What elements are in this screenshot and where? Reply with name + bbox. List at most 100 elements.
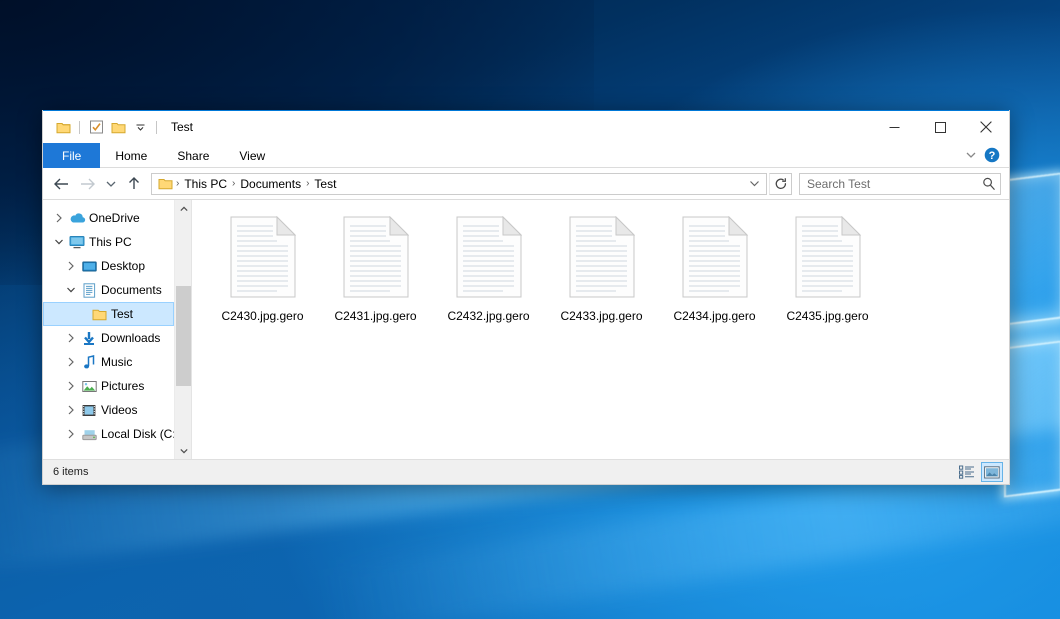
documents-icon — [79, 283, 99, 298]
address-dropdown-icon[interactable] — [744, 180, 764, 187]
generic-document-icon — [343, 216, 409, 303]
sidebar-item-pictures[interactable]: Pictures — [43, 374, 191, 398]
windows-logo-wallpaper — [1008, 130, 1060, 570]
sidebar-item-music[interactable]: Music — [43, 350, 191, 374]
tab-share[interactable]: Share — [162, 143, 224, 168]
tab-file[interactable]: File — [43, 143, 100, 168]
item-count-label: 6 items — [53, 466, 88, 478]
sidebar-item-documents[interactable]: Documents — [43, 278, 191, 302]
ribbon-right-controls: ? — [965, 143, 1009, 167]
chevron-down-icon[interactable] — [965, 151, 977, 159]
chevron-down-icon[interactable] — [63, 286, 79, 294]
chevron-down-icon[interactable] — [130, 117, 150, 137]
folder-icon[interactable] — [53, 117, 73, 137]
maximize-button[interactable] — [917, 111, 963, 144]
sidebar-label: Pictures — [99, 379, 144, 393]
tab-view[interactable]: View — [224, 143, 280, 168]
help-icon[interactable]: ? — [984, 147, 1000, 163]
sidebar-item-test[interactable]: Test — [43, 302, 174, 326]
back-button[interactable] — [49, 172, 73, 196]
sidebar-item-onedrive[interactable]: OneDrive — [43, 206, 191, 230]
file-name-label: C2430.jpg.gero — [221, 309, 303, 323]
search-icon[interactable] — [982, 177, 996, 191]
large-icons-view-button[interactable] — [981, 462, 1003, 482]
downloads-icon — [79, 331, 99, 346]
sidebar-item-videos[interactable]: Videos — [43, 398, 191, 422]
file-explorer-window: Test File Home Share View — [42, 110, 1010, 485]
search-box[interactable]: Search Test — [799, 173, 1001, 195]
generic-document-icon — [569, 216, 635, 303]
onedrive-cloud-icon — [67, 212, 87, 224]
local-disk-icon — [79, 428, 99, 441]
scroll-up-arrow-icon[interactable] — [175, 200, 191, 217]
close-button[interactable] — [963, 111, 1009, 144]
chevron-right-icon[interactable] — [63, 429, 79, 439]
view-toggle-group — [956, 462, 1003, 482]
new-folder-icon[interactable] — [108, 117, 128, 137]
file-name-label: C2435.jpg.gero — [786, 309, 868, 323]
breadcrumb-folder-icon — [156, 177, 175, 190]
breadcrumb-this-pc[interactable]: This PC — [180, 177, 231, 191]
sidebar-scrollbar[interactable] — [174, 200, 191, 459]
refresh-button[interactable] — [769, 173, 792, 195]
address-bar[interactable]: › This PC › Documents › Test — [151, 173, 767, 195]
status-bar: 6 items — [43, 459, 1009, 484]
desktop: Test File Home Share View — [0, 0, 1060, 619]
title-bar: Test — [43, 110, 1009, 143]
sidebar-label: Videos — [99, 403, 137, 417]
scrollbar-thumb[interactable] — [176, 286, 191, 386]
details-view-button[interactable] — [956, 462, 978, 482]
file-list-pane[interactable]: C2430.jpg.gero C2431.jpg.gero — [192, 200, 1009, 459]
breadcrumb-test[interactable]: Test — [310, 177, 340, 191]
sidebar-item-downloads[interactable]: Downloads — [43, 326, 191, 350]
chevron-down-icon[interactable] — [51, 238, 67, 246]
address-bar-right — [744, 180, 764, 187]
file-name-label: C2434.jpg.gero — [673, 309, 755, 323]
chevron-right-icon[interactable] — [51, 213, 67, 223]
file-name-label: C2431.jpg.gero — [334, 309, 416, 323]
sidebar-item-this-pc[interactable]: This PC — [43, 230, 191, 254]
file-name-label: C2432.jpg.gero — [447, 309, 529, 323]
chevron-right-icon[interactable] — [63, 261, 79, 271]
list-item[interactable]: C2431.jpg.gero — [319, 212, 432, 334]
music-icon — [79, 355, 99, 370]
this-pc-icon — [67, 235, 87, 249]
sidebar-item-desktop[interactable]: Desktop — [43, 254, 191, 278]
window-controls — [871, 111, 1009, 144]
chevron-right-icon[interactable] — [63, 357, 79, 367]
tab-home[interactable]: Home — [100, 143, 162, 168]
sidebar-label: OneDrive — [87, 211, 140, 225]
minimize-button[interactable] — [871, 111, 917, 144]
chevron-right-icon[interactable] — [63, 333, 79, 343]
chevron-right-icon[interactable] — [63, 405, 79, 415]
folder-icon — [89, 308, 109, 321]
ribbon-tab-strip: File Home Share View ? — [43, 143, 1009, 168]
scroll-down-arrow-icon[interactable] — [175, 442, 191, 459]
generic-document-icon — [795, 216, 861, 303]
sidebar-label: Desktop — [99, 259, 145, 273]
breadcrumb-documents[interactable]: Documents — [236, 177, 305, 191]
forward-button[interactable] — [75, 172, 99, 196]
list-item[interactable]: C2435.jpg.gero — [771, 212, 884, 334]
sidebar-label: This PC — [87, 235, 132, 249]
generic-document-icon — [456, 216, 522, 303]
sidebar-item-local-disk-c[interactable]: Local Disk (C:) — [43, 422, 191, 446]
svg-text:?: ? — [989, 150, 996, 162]
list-item[interactable]: C2432.jpg.gero — [432, 212, 545, 334]
list-item[interactable]: C2434.jpg.gero — [658, 212, 771, 334]
videos-icon — [79, 404, 99, 417]
recent-locations-icon[interactable] — [101, 172, 120, 196]
logo-pane-bottom-left — [1004, 340, 1060, 497]
search-input[interactable]: Search Test — [807, 177, 982, 191]
list-item[interactable]: C2433.jpg.gero — [545, 212, 658, 334]
file-name-label: C2433.jpg.gero — [560, 309, 642, 323]
chevron-right-icon[interactable] — [63, 381, 79, 391]
quick-access-toolbar — [43, 117, 161, 137]
properties-checkbox-icon[interactable] — [86, 117, 106, 137]
up-button[interactable] — [122, 172, 146, 196]
quick-access-separator — [79, 121, 80, 134]
list-item[interactable]: C2430.jpg.gero — [206, 212, 319, 334]
sidebar-label: Music — [99, 355, 132, 369]
explorer-body: OneDrive This PC — [43, 199, 1009, 459]
sidebar-label: Test — [109, 307, 133, 321]
